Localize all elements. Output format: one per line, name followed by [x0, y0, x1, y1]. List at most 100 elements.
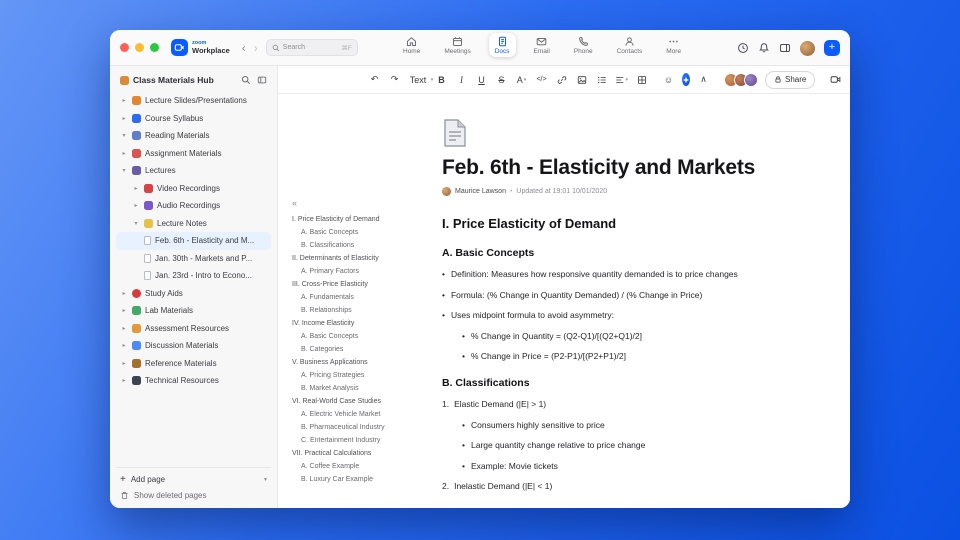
- toc-item[interactable]: B. Pharmaceutical Industry: [292, 421, 430, 434]
- sidebar-item-reading-materials[interactable]: ▾ Reading Materials: [116, 127, 271, 145]
- sub-bullet-item[interactable]: • Consumers highly sensitive to price: [462, 420, 810, 430]
- nav-back-button[interactable]: ‹: [242, 41, 246, 55]
- sidebar-item-video-recordings[interactable]: ▸ Video Recordings: [116, 180, 271, 198]
- chevron-right-icon[interactable]: ▸: [120, 377, 128, 384]
- side-panel-icon[interactable]: [779, 42, 791, 54]
- tab-meetings[interactable]: Meetings: [438, 33, 476, 57]
- sidebar-collapse-icon[interactable]: [257, 75, 267, 85]
- toc-collapse-icon[interactable]: «: [292, 198, 430, 208]
- subsection-heading[interactable]: A. Basic Concepts: [442, 247, 810, 259]
- underline-button[interactable]: U: [475, 71, 488, 89]
- sub-bullet-item[interactable]: • % Change in Price = (P2-P1)/[(P2+P1)/2]: [462, 351, 810, 361]
- subsection-heading[interactable]: B. Classifications: [442, 377, 810, 389]
- chevron-right-icon[interactable]: ▸: [120, 150, 128, 157]
- bullet-item[interactable]: • Uses midpoint formula to avoid asymmetr…: [442, 310, 810, 320]
- image-icon[interactable]: [575, 71, 588, 89]
- ai-companion-icon[interactable]: [682, 73, 690, 86]
- align-dropdown-icon[interactable]: ▾: [615, 71, 628, 89]
- toc-item[interactable]: VII. Practical Calculations: [292, 447, 430, 460]
- sub-bullet-item[interactable]: • % Change in Quantity = (Q2-Q1)/[(Q2+Q1)…: [462, 331, 810, 341]
- chevron-right-icon[interactable]: ▸: [132, 202, 140, 209]
- sidebar-item-feb-6th-note[interactable]: Feb. 6th - Elasticity and M...: [116, 232, 271, 250]
- new-plus-button[interactable]: +: [824, 40, 840, 56]
- global-search-input[interactable]: Search ⌘F: [265, 39, 358, 56]
- chevron-right-icon[interactable]: ▸: [120, 97, 128, 104]
- tab-phone[interactable]: Phone: [568, 33, 599, 57]
- show-deleted-pages-button[interactable]: Show deleted pages: [116, 491, 271, 500]
- video-camera-icon[interactable]: [829, 71, 842, 89]
- sidebar-item-discussion-materials[interactable]: ▸ Discussion Materials: [116, 337, 271, 355]
- sidebar-item-lab-materials[interactable]: ▸ Lab Materials: [116, 302, 271, 320]
- document-body[interactable]: Feb. 6th - Elasticity and Markets Mauric…: [436, 94, 850, 508]
- chevron-down-icon[interactable]: ▾: [120, 167, 128, 174]
- tab-home[interactable]: Home: [397, 33, 426, 57]
- toc-item[interactable]: VI. Real-World Case Studies: [292, 395, 430, 408]
- tab-contacts[interactable]: Contacts: [611, 33, 649, 57]
- link-icon[interactable]: [555, 71, 568, 89]
- toc-item[interactable]: V. Business Applications: [292, 356, 430, 369]
- toc-item[interactable]: A. Coffee Example: [292, 460, 430, 473]
- chat-bubble-icon[interactable]: [849, 71, 850, 89]
- numbered-item[interactable]: 1. Elastic Demand (|E| > 1): [442, 399, 810, 409]
- toc-item[interactable]: B. Luxury Car Example: [292, 473, 430, 486]
- minimize-window-button[interactable]: [135, 43, 144, 52]
- nav-forward-button[interactable]: ›: [254, 41, 258, 55]
- chevron-right-icon[interactable]: ▸: [132, 185, 140, 192]
- toc-item[interactable]: A. Pricing Strategies: [292, 369, 430, 382]
- sidebar-item-lecture-slides[interactable]: ▸ Lecture Slides/Presentations: [116, 92, 271, 110]
- close-window-button[interactable]: [120, 43, 129, 52]
- chevron-right-icon[interactable]: ▸: [120, 325, 128, 332]
- user-avatar[interactable]: [800, 40, 815, 56]
- tab-email[interactable]: Email: [528, 33, 556, 57]
- redo-button[interactable]: ↷: [388, 71, 401, 89]
- chevron-right-icon[interactable]: ▸: [120, 115, 128, 122]
- sidebar-item-assignment-materials[interactable]: ▸ Assignment Materials: [116, 145, 271, 163]
- sidebar-item-jan-23rd-note[interactable]: Jan. 23rd - Intro to Econo...: [116, 267, 271, 285]
- chevron-down-icon[interactable]: ▾: [132, 220, 140, 227]
- sidebar-item-lecture-notes[interactable]: ▾ Lecture Notes: [116, 215, 271, 233]
- toc-item[interactable]: II. Determinants of Elasticity: [292, 252, 430, 265]
- zoom-window-button[interactable]: [150, 43, 159, 52]
- chevron-right-icon[interactable]: ▸: [120, 290, 128, 297]
- toc-item[interactable]: A. Primary Factors: [292, 265, 430, 278]
- collaborator-avatar[interactable]: [744, 72, 758, 87]
- section-heading[interactable]: I. Price Elasticity of Demand: [442, 216, 810, 231]
- toc-item[interactable]: A. Fundamentals: [292, 291, 430, 304]
- strikethrough-button[interactable]: S: [495, 71, 508, 89]
- sidebar-item-assessment-resources[interactable]: ▸ Assessment Resources: [116, 320, 271, 338]
- toc-item[interactable]: B. Categories: [292, 343, 430, 356]
- undo-button[interactable]: ↶: [368, 71, 381, 89]
- text-color-button[interactable]: A ▾: [515, 71, 528, 89]
- notifications-bell-icon[interactable]: [758, 42, 770, 54]
- document-title[interactable]: Feb. 6th - Elasticity and Markets: [442, 156, 810, 180]
- toc-item[interactable]: B. Market Analysis: [292, 382, 430, 395]
- sidebar-item-lectures[interactable]: ▾ Lectures: [116, 162, 271, 180]
- sidebar-item-technical-resources[interactable]: ▸ Technical Resources: [116, 372, 271, 390]
- emoji-icon[interactable]: ☺: [662, 71, 675, 89]
- share-button[interactable]: Share: [765, 70, 816, 89]
- toc-item[interactable]: B. Relationships: [292, 304, 430, 317]
- numbered-item[interactable]: 2. Inelastic Demand (|E| < 1): [442, 481, 810, 491]
- chevron-right-icon[interactable]: ▸: [120, 360, 128, 367]
- bullet-item[interactable]: • Formula: (% Change in Quantity Demanded…: [442, 290, 810, 300]
- text-style-dropdown[interactable]: Text ▾: [410, 71, 434, 89]
- add-page-button[interactable]: + Add page ▾: [116, 474, 271, 485]
- code-button[interactable]: </>: [535, 71, 548, 89]
- collaborator-avatars[interactable]: [724, 72, 758, 87]
- sidebar-item-study-aids[interactable]: ▸ Study Aids: [116, 285, 271, 303]
- sidebar-search-icon[interactable]: [241, 75, 251, 85]
- toc-item[interactable]: A. Basic Concepts: [292, 226, 430, 239]
- chevron-down-icon[interactable]: ▾: [120, 132, 128, 139]
- sub-bullet-item[interactable]: • Example: Movie tickets: [462, 461, 810, 471]
- chevron-right-icon[interactable]: ▸: [120, 307, 128, 314]
- toc-item[interactable]: C. Entertainment Industry: [292, 434, 430, 447]
- bullet-item[interactable]: • Definition: Measures how responsive qua…: [442, 269, 810, 279]
- toc-item[interactable]: B. Classifications: [292, 239, 430, 252]
- toc-item[interactable]: III. Cross-Price Elasticity: [292, 278, 430, 291]
- chevron-down-icon[interactable]: ▾: [264, 476, 267, 483]
- table-icon[interactable]: [635, 71, 648, 89]
- tab-more[interactable]: More: [660, 33, 687, 57]
- history-clock-icon[interactable]: [737, 42, 749, 54]
- collapse-toolbar-icon[interactable]: ∧: [697, 71, 710, 89]
- toc-item[interactable]: IV. Income Elasticity: [292, 317, 430, 330]
